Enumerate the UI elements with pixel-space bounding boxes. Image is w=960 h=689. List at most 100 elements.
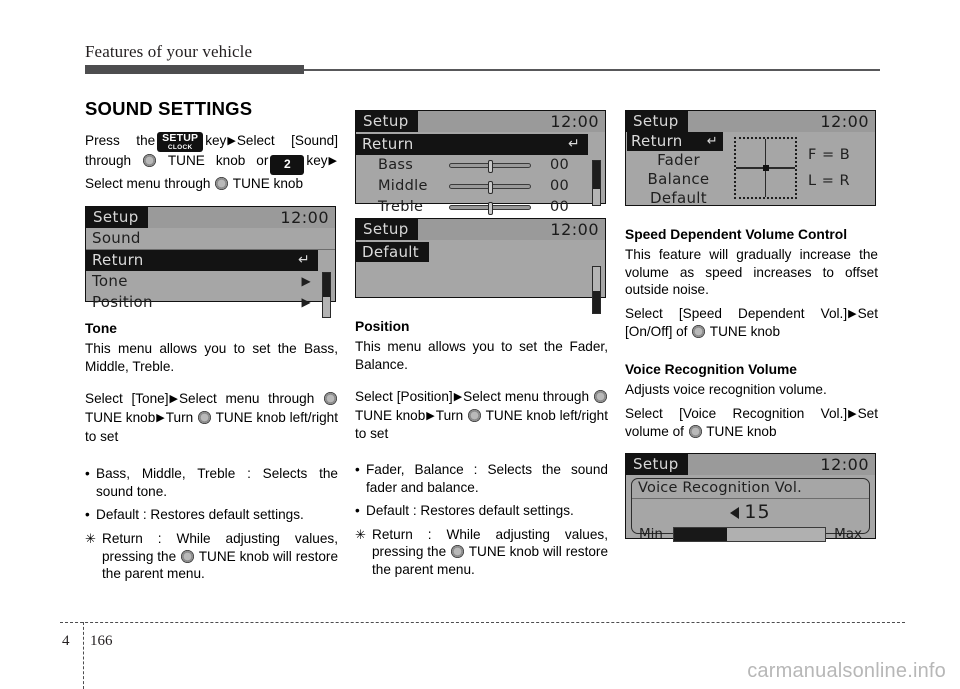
watermark: carmanualsonline.info (747, 660, 946, 682)
lcd-tab-setup: Setup (626, 453, 688, 475)
step-arrow-icon: ▶ (453, 391, 463, 404)
bullet-icon: • (85, 507, 90, 523)
pos-step-c: Select (463, 389, 501, 405)
voice-volume-fill (674, 527, 727, 541)
lcd-titlebar: Setup 12:00 (626, 453, 875, 475)
voice-volume-value: 15 (744, 501, 771, 524)
position-item-default[interactable]: Default (626, 189, 731, 208)
lcd-row-return[interactable]: Return ↵ (356, 134, 588, 155)
lcd-scrollbar[interactable] (592, 160, 601, 206)
lcd-screen-default: Setup 12:00 Default (355, 218, 606, 314)
lcd-body: Return ↵ Bass 00 Middle 00 Treble 00 (356, 134, 605, 218)
tone-slider-track[interactable] (449, 181, 531, 194)
footer-chapter-number: 4 (62, 633, 70, 649)
page-title: Features of your vehicle (85, 42, 253, 61)
number-2-key-icon: 2 (270, 154, 305, 175)
pos-step-f: TUNE (355, 407, 393, 423)
legend-fader-value: F = B (808, 147, 851, 163)
voice-step-c: TUNE knob (706, 424, 777, 440)
lcd-scrollbar-thumb[interactable] (593, 161, 600, 189)
tone-note: ✳ Return : While adjusting values, press… (85, 530, 338, 583)
tone-slider-track[interactable] (449, 202, 531, 215)
position-menu-list: Return ↵ Fader Balance Default (626, 132, 731, 208)
position-crosshair-grid[interactable] (734, 137, 797, 199)
pos-step-a: Select (355, 389, 393, 405)
lcd-titlebar: Setup 12:00 (356, 111, 605, 132)
voice-volume-steps: Select [Voice Recognition Vol.]▶Set volu… (625, 405, 878, 441)
position-steps: Select [Position]▶Select menu through TU… (355, 388, 608, 443)
position-bullet-1: • Fader, Balance : Selects the sound fad… (355, 461, 608, 496)
lcd-titlebar: Setup 12:00 (86, 207, 335, 229)
footer-page-number: 166 (90, 633, 113, 649)
intro-text-4: TUNE knob or (167, 152, 269, 168)
tone-slider-handle[interactable] (487, 181, 493, 194)
lcd-screen-tone-sliders: Setup 12:00 Return ↵ Bass 00 Middle 00 T… (355, 110, 606, 215)
lcd-screen-position: Setup 12:00 Return ↵ Fader Balance Defau… (625, 110, 876, 208)
tone-step-d: Turn (165, 409, 194, 425)
lcd-body: Default (356, 240, 605, 314)
position-item-balance[interactable]: Balance (626, 170, 731, 189)
pos-step-b: [Position] (396, 389, 453, 405)
lcd-scrollbar[interactable] (322, 272, 331, 319)
bullet-icon: • (85, 466, 90, 482)
tune-knob-icon (323, 392, 337, 406)
lcd-scrollbar-thumb[interactable] (323, 273, 330, 298)
speed-volume-steps: Select [Speed Dependent Vol.]▶Set [On/Of… (625, 305, 878, 341)
column-three: Setup 12:00 Return ↵ Fader Balance Defau… (625, 100, 878, 542)
lcd-scrollbar[interactable] (592, 266, 601, 314)
tone-slider-row-treble[interactable]: Treble 00 (356, 197, 605, 218)
tone-slider-row-bass[interactable]: Bass 00 (356, 155, 605, 176)
return-arrow-icon: ↵ (297, 251, 310, 268)
lcd-row-position[interactable]: Position ▶ (86, 292, 335, 313)
step-arrow-icon: ▶ (848, 307, 857, 320)
pos-step-g: knob (395, 407, 426, 423)
position-item-fader[interactable]: Fader (626, 151, 731, 170)
voice-volume-track[interactable] (673, 526, 826, 542)
heading-position: Position (355, 319, 410, 334)
position-item-return[interactable]: Return ↵ (627, 132, 723, 151)
step-arrow-icon: ▶ (227, 134, 236, 147)
tune-knob-icon (143, 153, 157, 167)
intro-text-6: Select menu through (85, 175, 211, 191)
tone-slider-row-middle[interactable]: Middle 00 (356, 176, 605, 197)
tune-knob-icon (451, 545, 465, 559)
tone-step-c: TUNE knob (85, 409, 156, 425)
voice-volume-bar-row[interactable]: Min Max (639, 526, 862, 543)
bullet-text: Bass, Middle, Treble : Selects the sound… (96, 466, 338, 499)
clock-key-label: CLOCK (167, 143, 193, 151)
step-arrow-icon: ▶ (848, 407, 857, 420)
tone-slider-handle[interactable] (487, 160, 493, 173)
tone-slider-value: 00 (550, 178, 570, 194)
tone-slider-handle[interactable] (487, 202, 493, 215)
lcd-row-label: Return (92, 250, 144, 269)
speaker-icon (730, 507, 740, 520)
heading-speed-dependent-volume: Speed Dependent Volume Control (625, 227, 848, 242)
intro-text-7: TUNE knob (232, 175, 304, 191)
footer-vertical-rule (83, 622, 84, 689)
tone-slider-track[interactable] (449, 160, 531, 173)
lcd-clock: 12:00 (550, 220, 599, 239)
chevron-right-icon: ▶ (301, 294, 311, 309)
chevron-right-icon: ▶ (301, 273, 311, 288)
return-arrow-icon: ↵ (567, 136, 580, 152)
intro-text-1: Press the (85, 132, 156, 148)
tune-knob-icon (181, 549, 195, 563)
tone-step-a: Select [Tone] (85, 391, 169, 407)
lcd-row-tone[interactable]: Tone ▶ (86, 271, 335, 292)
step-arrow-icon-2: ▶ (328, 154, 338, 167)
tune-knob-icon-2 (468, 408, 482, 422)
lcd-row-default[interactable]: Default (356, 242, 429, 262)
intro-text-5: key (306, 152, 328, 168)
tone-bullet-1: • Bass, Middle, Treble : Selects the sou… (85, 465, 338, 500)
lcd-clock: 12:00 (280, 208, 329, 228)
lcd-row-return[interactable]: Return ↵ (86, 249, 318, 271)
speed-step-a: Select [Speed Dependent Vol.] (625, 305, 848, 321)
position-item-label: Return (631, 132, 683, 150)
lcd-tab-setup: Setup (356, 219, 418, 240)
page-header: Features of your vehicle (85, 42, 880, 74)
lcd-scrollbar-thumb[interactable] (593, 291, 600, 313)
position-description: This menu allows you to set the Fader, B… (355, 339, 608, 372)
tune-knob-icon-2 (198, 410, 212, 424)
lcd-row-label: Return (362, 135, 414, 153)
